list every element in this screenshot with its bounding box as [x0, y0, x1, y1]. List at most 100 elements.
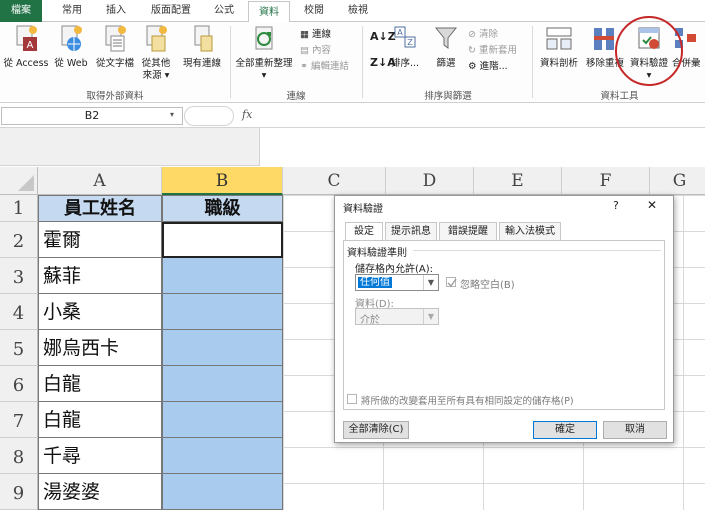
checkmark-icon — [447, 278, 457, 288]
highlight-circle — [615, 16, 683, 86]
row-header-1[interactable]: 1 — [0, 195, 38, 222]
cell-b2-active[interactable] — [162, 222, 283, 258]
row-header-7[interactable]: 7 — [0, 402, 38, 438]
clear-all-button[interactable]: 全部清除(C) — [343, 421, 409, 439]
tab-settings[interactable]: 設定 — [345, 222, 383, 241]
existing-connections-icon — [194, 25, 213, 52]
chevron-down-icon: ▼ — [423, 309, 438, 324]
svg-text:A: A — [27, 40, 34, 51]
tab-ime-mode[interactable]: 輸入法模式 — [499, 222, 561, 240]
group-label-external: 取得外部資料 — [86, 91, 144, 102]
cell-a7[interactable]: 白龍 — [38, 402, 162, 438]
row-header-6[interactable]: 6 — [0, 366, 38, 402]
existing-connections-button[interactable]: 現有連線 — [178, 24, 226, 70]
ignore-blank-label: 忽略空白(B) — [460, 280, 515, 291]
text-to-columns-button[interactable]: 資料剖析 — [534, 24, 584, 70]
tab-formulas[interactable]: 公式 — [204, 0, 244, 22]
data-validation-dialog: 資料驗證 ? ✕ 設定 提示訊息 錯誤提醒 輸入法模式 資料驗證準則 儲存格內允… — [334, 195, 674, 443]
row-header-8[interactable]: 8 — [0, 438, 38, 474]
cell-a1[interactable]: 員工姓名 — [38, 195, 162, 222]
tab-insert[interactable]: 插入 — [96, 0, 136, 22]
tab-page-layout[interactable]: 版面配置 — [140, 0, 202, 22]
column-header-d[interactable]: D — [386, 167, 474, 195]
text-file-icon — [105, 25, 126, 52]
cell-a3[interactable]: 蘇菲 — [38, 258, 162, 294]
tab-view[interactable]: 檢視 — [338, 0, 378, 22]
cell-b6[interactable] — [162, 366, 283, 402]
cell-a4[interactable]: 小桑 — [38, 294, 162, 330]
cell-b1[interactable]: 職級 — [162, 195, 283, 222]
from-text-button[interactable]: 從文字檔 — [92, 24, 138, 70]
row-header-4[interactable]: 4 — [0, 294, 38, 330]
tab-file[interactable]: 檔案 — [0, 0, 42, 22]
clear-icon: ⊘ — [468, 29, 476, 40]
tab-input-message[interactable]: 提示訊息 — [385, 222, 437, 240]
cell-a2[interactable]: 霍爾 — [38, 222, 162, 258]
cell-a5[interactable]: 娜烏西卡 — [38, 330, 162, 366]
group-label-sort-filter: 排序與篩選 — [424, 91, 472, 102]
cell-b5[interactable] — [162, 330, 283, 366]
cell-a8[interactable]: 千尋 — [38, 438, 162, 474]
refresh-all-button[interactable]: 全部重新整理 ▾ — [232, 24, 296, 82]
allow-dropdown[interactable]: 任何值 ▼ — [355, 274, 439, 291]
name-box[interactable]: B2 — [1, 107, 183, 125]
cell-a6[interactable]: 白龍 — [38, 366, 162, 402]
tab-error-alert[interactable]: 錯誤提醒 — [439, 222, 497, 240]
select-all-corner[interactable] — [0, 167, 38, 195]
row-header-5[interactable]: 5 — [0, 330, 38, 366]
cell-a9[interactable]: 湯婆婆 — [38, 474, 162, 510]
row-header-2[interactable]: 2 — [0, 222, 38, 258]
reapply-button[interactable]: ↻ 重新套用 — [468, 44, 517, 58]
sort-button[interactable]: AZ 排序... — [390, 24, 420, 70]
row-header-3[interactable]: 3 — [0, 258, 38, 294]
cell-b8[interactable] — [162, 438, 283, 474]
column-header-b[interactable]: B — [162, 167, 283, 195]
insert-function-icon[interactable]: fx — [242, 108, 252, 121]
column-header-c[interactable]: C — [283, 167, 386, 195]
corner-triangle-icon — [18, 175, 34, 191]
column-header-g[interactable]: G — [650, 167, 705, 195]
dialog-title: 資料驗證 — [343, 204, 383, 215]
close-button[interactable]: ✕ — [647, 198, 657, 212]
tab-home[interactable]: 常用 — [52, 0, 92, 22]
apply-all-label: 將所做的改變套用至所有具有相同設定的儲存格(P) — [361, 396, 574, 407]
cancel-button[interactable]: 取消 — [603, 421, 667, 439]
tab-data[interactable]: 資料 — [248, 1, 290, 23]
cell-b4[interactable] — [162, 294, 283, 330]
cell-b3[interactable] — [162, 258, 283, 294]
tab-review[interactable]: 校閱 — [294, 0, 334, 22]
chevron-down-icon: ▼ — [423, 275, 438, 290]
group-separator — [230, 26, 231, 98]
connections-button[interactable]: ▦ 連線 — [300, 28, 331, 42]
group-separator — [532, 26, 533, 98]
edit-links-button[interactable]: ⚭ 編輯連結 — [300, 60, 349, 74]
filter-button[interactable]: 篩選 — [428, 24, 464, 70]
advanced-filter-button[interactable]: ⚙ 進階... — [468, 60, 508, 74]
web-icon — [61, 25, 82, 51]
cell-b9[interactable] — [162, 474, 283, 510]
refresh-icon — [255, 26, 273, 50]
from-other-sources-button[interactable]: 從其他 來源 ▾ — [136, 24, 176, 82]
from-access-button[interactable]: A 從 Access — [2, 24, 50, 70]
from-web-button[interactable]: 從 Web — [50, 24, 92, 70]
properties-button[interactable]: ▤ 內容 — [300, 44, 331, 58]
apply-all-checkbox[interactable] — [347, 394, 357, 404]
column-header-f[interactable]: F — [562, 167, 650, 195]
help-button[interactable]: ? — [613, 199, 619, 212]
ok-button[interactable]: 確定 — [533, 421, 597, 439]
name-box-dropdown-icon[interactable]: ▾ — [170, 110, 174, 119]
column-header-a[interactable]: A — [38, 167, 162, 195]
ignore-blank-checkbox[interactable] — [446, 277, 457, 288]
ribbon: A 從 Access 從 Web 從文字檔 從其他 來源 ▾ 現有連線 取得外部… — [0, 16, 705, 103]
advanced-filter-icon: ⚙ — [468, 61, 477, 72]
clear-filter-button[interactable]: ⊘ 清除 — [468, 28, 498, 42]
svg-text:Z: Z — [407, 38, 413, 47]
row-header-9[interactable]: 9 — [0, 474, 38, 510]
data-dropdown[interactable]: 介於 ▼ — [355, 308, 439, 326]
column-header-e[interactable]: E — [474, 167, 562, 195]
data-dropdown-value: 介於 — [360, 315, 380, 326]
formula-divider-handle[interactable] — [184, 106, 234, 126]
group-label-data-tools: 資料工具 — [600, 91, 639, 102]
cell-b7[interactable] — [162, 402, 283, 438]
properties-icon: ▤ — [300, 45, 309, 56]
